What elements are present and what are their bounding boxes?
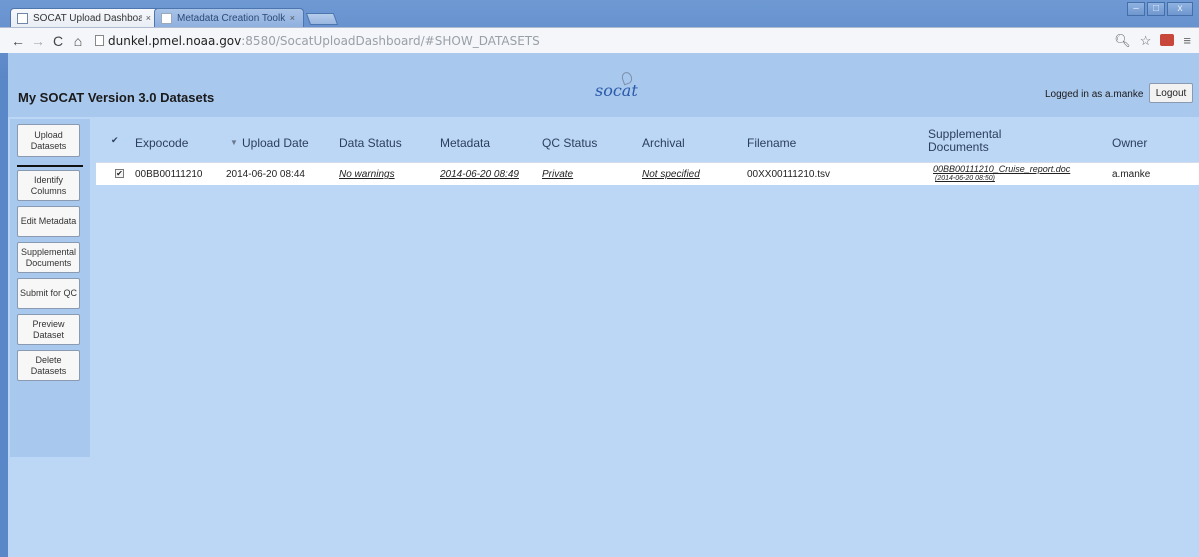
home-icon[interactable]: ⌂ xyxy=(68,33,88,49)
page-header: My SOCAT Version 3.0 Datasets socat Logg… xyxy=(8,53,1199,117)
page-content: My SOCAT Version 3.0 Datasets socat Logg… xyxy=(8,53,1199,557)
logout-button[interactable]: Logout xyxy=(1149,83,1193,103)
page-icon xyxy=(95,35,104,46)
window-controls: – □ x xyxy=(1125,2,1193,16)
cell-expocode: 00BB00111210 xyxy=(135,169,203,180)
back-arrow-icon[interactable]: ← xyxy=(8,33,28,49)
delete-datasets-button[interactable]: Delete Datasets xyxy=(17,350,80,381)
column-supplemental-documents[interactable]: Supplemental Documents xyxy=(928,128,1028,154)
tab-socat-dashboard[interactable]: SOCAT Upload Dashboar × xyxy=(10,8,160,27)
logo-text: socat xyxy=(595,81,638,100)
identify-columns-button[interactable]: Identify Columns xyxy=(17,170,80,201)
column-archival[interactable]: Archival xyxy=(642,136,685,150)
column-data-status[interactable]: Data Status xyxy=(339,136,402,150)
row-checkbox[interactable]: ✔ xyxy=(115,169,124,178)
supplemental-documents-button[interactable]: Supplemental Documents xyxy=(17,242,80,273)
select-all-checkbox[interactable]: ✔ xyxy=(111,135,119,146)
socat-favicon-icon xyxy=(17,13,28,24)
tab-strip: SOCAT Upload Dashboar × Metadata Creatio… xyxy=(10,7,339,27)
tab-close-icon[interactable]: × xyxy=(290,13,295,23)
extension-icon[interactable] xyxy=(1160,34,1175,46)
logged-in-label: Logged in as a.manke xyxy=(1045,89,1144,100)
tab-label: Metadata Creation Toolk xyxy=(177,12,286,24)
cell-owner: a.manke xyxy=(1112,169,1151,180)
page-favicon-icon xyxy=(161,13,172,24)
table-header: ✔ Expocode ▼ Upload Date Data Status Met… xyxy=(96,125,1199,158)
minimize-button[interactable]: – xyxy=(1127,2,1145,16)
table-row[interactable]: ✔ 00BB00111210 2014-06-20 08:44 No warni… xyxy=(96,162,1199,185)
sidebar-divider xyxy=(17,165,83,167)
url-path: :8580/SocatUploadDashboard/#SHOW_DATASET… xyxy=(241,33,540,48)
address-bar[interactable]: dunkel.pmel.noaa.gov :8580/SocatUploadDa… xyxy=(95,31,1107,50)
preview-dataset-button[interactable]: Preview Dataset xyxy=(17,314,80,345)
qc-status-link[interactable]: Private xyxy=(542,169,573,180)
browser-toolbar: ← → C ⌂ dunkel.pmel.noaa.gov :8580/Socat… xyxy=(0,27,1199,53)
new-tab-button[interactable] xyxy=(305,13,339,25)
maximize-button[interactable]: □ xyxy=(1147,2,1165,16)
metadata-link[interactable]: 2014-06-20 08:49 xyxy=(440,169,519,180)
edit-metadata-button[interactable]: Edit Metadata xyxy=(17,206,80,237)
archival-link[interactable]: Not specified xyxy=(642,169,700,180)
forward-arrow-icon[interactable]: → xyxy=(28,33,48,49)
column-filename[interactable]: Filename xyxy=(747,136,796,150)
supplemental-doc-name: 00BB00111210_Cruise_report.doc xyxy=(933,164,1071,174)
sidebar: Upload Datasets Identify Columns Edit Me… xyxy=(10,119,90,457)
close-window-button[interactable]: x xyxy=(1167,2,1193,16)
zoom-icon[interactable]: 🔍︎ xyxy=(1114,33,1131,49)
supplemental-doc-link[interactable]: 00BB00111210_Cruise_report.doc (2014-06-… xyxy=(933,164,1070,184)
toolbar-right-icons: 🔍︎ ☆ ≡ xyxy=(1114,33,1191,49)
tab-label: SOCAT Upload Dashboar xyxy=(33,12,142,24)
upload-datasets-button[interactable]: Upload Datasets xyxy=(17,124,80,157)
menu-icon[interactable]: ≡ xyxy=(1183,33,1191,49)
url-host: dunkel.pmel.noaa.gov xyxy=(108,33,242,48)
page-title: My SOCAT Version 3.0 Datasets xyxy=(18,90,215,105)
column-upload-date[interactable]: Upload Date xyxy=(242,136,309,150)
column-expocode[interactable]: Expocode xyxy=(135,136,188,150)
submit-for-qc-button[interactable]: Submit for QC xyxy=(17,278,80,309)
column-metadata[interactable]: Metadata xyxy=(440,136,490,150)
reload-icon[interactable]: C xyxy=(48,33,68,49)
socat-logo: socat xyxy=(595,70,638,100)
column-qc-status[interactable]: QC Status xyxy=(542,136,597,150)
sort-arrow-icon: ▼ xyxy=(230,138,238,147)
data-status-link[interactable]: No warnings xyxy=(339,169,395,180)
cell-filename: 00XX00111210.tsv xyxy=(747,169,831,180)
bookmark-star-icon[interactable]: ☆ xyxy=(1140,33,1152,49)
column-owner[interactable]: Owner xyxy=(1112,136,1147,150)
tab-close-icon[interactable]: × xyxy=(146,13,151,23)
cell-upload-date: 2014-06-20 08:44 xyxy=(226,169,305,180)
supplemental-doc-date: (2014-06-20 08:50) xyxy=(935,175,995,182)
tab-metadata-toolkit[interactable]: Metadata Creation Toolk × xyxy=(154,8,304,27)
